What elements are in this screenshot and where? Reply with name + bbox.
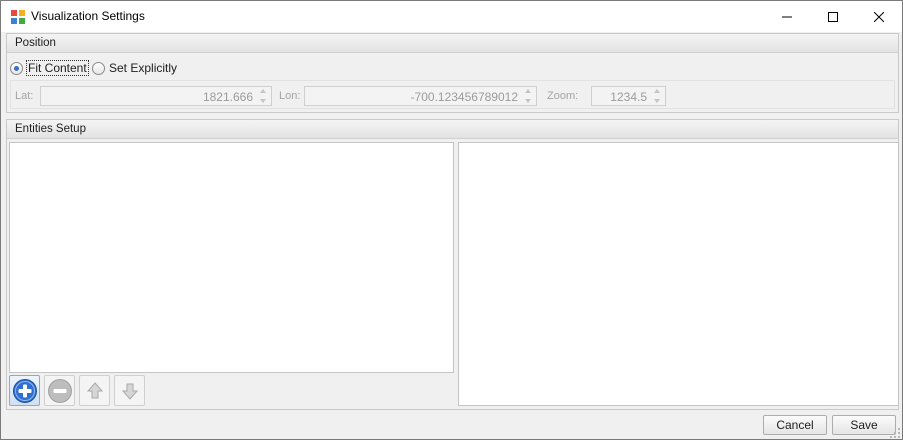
- app-tiles-icon: [11, 10, 25, 24]
- fit-content-radio[interactable]: Fit Content: [10, 60, 89, 76]
- spin-up-icon[interactable]: [525, 89, 531, 93]
- lat-spin-buttons[interactable]: [257, 88, 269, 104]
- visualization-settings-window: Visualization Settings Position Fit Cont…: [0, 0, 903, 440]
- close-button[interactable]: [856, 1, 902, 32]
- arrow-up-icon: [86, 381, 103, 398]
- position-header: Position: [7, 34, 898, 53]
- spin-down-icon[interactable]: [525, 99, 531, 103]
- remove-icon: [47, 378, 72, 403]
- radio-unchecked-indicator[interactable]: [92, 61, 105, 75]
- window-title: Visualization Settings: [31, 9, 145, 23]
- fit-content-label: Fit Content: [26, 60, 89, 76]
- move-up-button[interactable]: [79, 375, 110, 406]
- coordinates-row: Lat: 1821.666 Lon: -700.123456789012 Zoo…: [10, 80, 895, 109]
- resize-grip-icon[interactable]: [889, 427, 901, 439]
- lon-label: Lon:: [279, 90, 301, 102]
- title-bar[interactable]: Visualization Settings: [1, 1, 902, 32]
- lon-value: -700.123456789012: [410, 90, 518, 104]
- maximize-button[interactable]: [810, 1, 856, 32]
- spin-up-icon[interactable]: [654, 89, 660, 93]
- entities-setup-group: Entities Setup: [6, 119, 899, 410]
- position-group: Position Fit Content Set Explicitly Lat:…: [6, 33, 899, 113]
- entity-properties-panel[interactable]: [458, 142, 899, 406]
- radio-checked-indicator[interactable]: [10, 61, 23, 75]
- entities-header: Entities Setup: [7, 120, 898, 139]
- maximize-icon: [828, 11, 838, 22]
- minimize-icon: [782, 16, 792, 17]
- zoom-value: 1234.5: [610, 90, 647, 104]
- arrow-down-icon: [121, 383, 138, 400]
- lat-label: Lat:: [15, 90, 34, 102]
- lon-spin-buttons[interactable]: [522, 88, 534, 104]
- add-entity-button[interactable]: [9, 375, 40, 406]
- move-down-button[interactable]: [114, 375, 145, 406]
- set-explicitly-label: Set Explicitly: [109, 61, 178, 75]
- lat-spinner[interactable]: 1821.666: [40, 86, 272, 106]
- spin-down-icon[interactable]: [654, 99, 660, 103]
- add-icon: [12, 378, 37, 403]
- zoom-spinner[interactable]: 1234.5: [591, 86, 666, 106]
- zoom-spin-buttons[interactable]: [651, 88, 663, 104]
- cancel-button[interactable]: Cancel: [763, 415, 827, 435]
- entities-list[interactable]: [9, 142, 454, 373]
- spin-down-icon[interactable]: [260, 99, 266, 103]
- minimize-button[interactable]: [764, 1, 810, 32]
- lon-spinner[interactable]: -700.123456789012: [304, 86, 537, 106]
- close-icon: [874, 11, 884, 22]
- lat-value: 1821.666: [202, 90, 253, 104]
- save-button[interactable]: Save: [832, 415, 896, 435]
- spin-up-icon[interactable]: [260, 89, 266, 93]
- set-explicitly-radio[interactable]: Set Explicitly: [92, 60, 178, 76]
- remove-entity-button[interactable]: [44, 375, 75, 406]
- zoom-label: Zoom:: [547, 90, 579, 102]
